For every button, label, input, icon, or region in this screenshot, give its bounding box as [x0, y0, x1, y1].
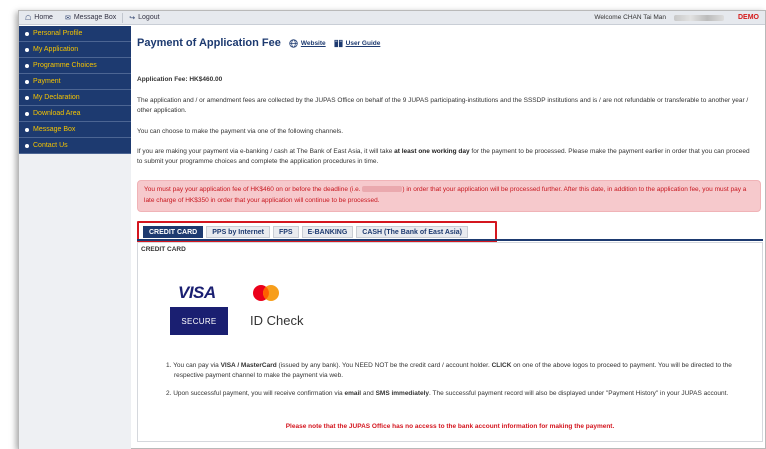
- sidebar-item-label: My Application: [33, 46, 79, 53]
- website-link[interactable]: Website: [289, 38, 326, 48]
- visa-secure-logo[interactable]: VISA SECURE: [170, 279, 228, 335]
- id-check-label: ID Check: [250, 313, 304, 328]
- item1-bold-2: CLICK: [491, 362, 512, 369]
- tab-fps[interactable]: FPS: [272, 226, 299, 238]
- tab-pps-by-internet[interactable]: PPS by Internet: [206, 226, 270, 238]
- home-link[interactable]: ☖ Home: [19, 11, 59, 25]
- page-title: Payment of Application Fee: [137, 37, 281, 49]
- top-bar: ☖ Home ✉ Message Box ↪ Logout Welcome CH…: [19, 11, 765, 25]
- sidebar-item-label: My Declaration: [33, 94, 80, 101]
- main-content: Payment of Application Fee Website User …: [135, 26, 763, 449]
- logout-icon: ↪: [129, 14, 136, 22]
- message-box-label: Message Box: [73, 14, 117, 21]
- bullet-icon: [25, 143, 29, 148]
- mastercard-id-check-logo[interactable]: ID Check: [250, 283, 330, 335]
- home-icon: ☖: [25, 14, 32, 22]
- fee-description: The application and / or amendment fees …: [137, 97, 749, 114]
- item1-text-2: (issued by any bank). You NEED NOT be th…: [276, 362, 492, 369]
- bullet-icon: [25, 95, 29, 100]
- user-guide-label: User Guide: [345, 39, 381, 47]
- sidebar-item-label: Message Box: [33, 126, 76, 133]
- title-row: Payment of Application Fee Website User …: [137, 37, 380, 49]
- list-item: 2. Upon successful payment, you will rec…: [166, 389, 752, 399]
- tab-e-banking[interactable]: E-BANKING: [301, 226, 354, 238]
- sidebar-item-contact-us[interactable]: Contact Us: [19, 138, 131, 154]
- visa-wordmark: VISA: [178, 283, 216, 302]
- sidebar-item-message-box[interactable]: Message Box: [19, 122, 131, 138]
- visa-secure-badge: SECURE: [170, 307, 228, 335]
- sidebar-item-programme-choices[interactable]: Programme Choices: [19, 58, 131, 74]
- item2-bold-2: SMS immediately: [375, 390, 430, 397]
- user-guide-link[interactable]: User Guide: [334, 39, 381, 48]
- item2-text-1: 2. Upon successful payment, you will rec…: [166, 390, 345, 397]
- sidebar: Personal Profile My Application Programm…: [19, 26, 131, 449]
- processing-note: If you are making your payment via e-ban…: [137, 147, 753, 167]
- sidebar-item-download-area[interactable]: Download Area: [19, 106, 131, 122]
- item2-text-2: and: [361, 390, 376, 397]
- processing-note-bold: at least one working day: [394, 148, 470, 155]
- credit-card-panel: CREDIT CARD VISA SECURE ID Check 1. You …: [137, 242, 763, 442]
- panel-heading: CREDIT CARD: [141, 246, 186, 253]
- instructions-list: 1. You can pay via VISA / MasterCard (is…: [166, 361, 752, 407]
- app-window: ☖ Home ✉ Message Box ↪ Logout Welcome CH…: [18, 10, 766, 449]
- channels-intro: You can choose to make the payment via o…: [137, 128, 344, 135]
- demo-badge: DEMO: [738, 14, 759, 21]
- sidebar-item-label: Personal Profile: [33, 30, 83, 37]
- tab-cash-bea[interactable]: CASH (The Bank of East Asia): [356, 226, 468, 238]
- tab-underline: [137, 239, 763, 241]
- processing-note-text-1: If you are making your payment via e-ban…: [137, 148, 395, 155]
- globe-icon: [289, 38, 298, 48]
- bullet-icon: [25, 111, 29, 116]
- home-label: Home: [34, 14, 53, 21]
- redacted-date: [362, 186, 403, 193]
- sidebar-item-payment[interactable]: Payment: [19, 74, 131, 90]
- item1-text-1: 1. You can pay via: [166, 362, 221, 369]
- logout-link[interactable]: ↪ Logout: [123, 11, 165, 25]
- item2-text-3: . The successful payment record will als…: [429, 390, 729, 397]
- alert-text-1: You must pay your application fee of HK$…: [144, 186, 363, 193]
- deadline-alert: You must pay your application fee of HK$…: [137, 180, 761, 212]
- bullet-icon: [25, 47, 29, 52]
- sidebar-item-personal-profile[interactable]: Personal Profile: [19, 26, 131, 42]
- sidebar-item-label: Payment: [33, 78, 61, 85]
- website-label: Website: [300, 39, 326, 47]
- sidebar-item-my-declaration[interactable]: My Declaration: [19, 90, 131, 106]
- application-fee: Application Fee: HK$460.00: [137, 76, 223, 83]
- user-area: Welcome CHAN Tai Man DEMO: [586, 11, 765, 25]
- message-box-link[interactable]: ✉ Message Box: [59, 11, 122, 25]
- sidebar-item-label: Programme Choices: [33, 62, 97, 69]
- bank-info-note: Please note that the JUPAS Office has no…: [285, 423, 615, 430]
- item1-bold-1: VISA / MasterCard: [220, 362, 277, 369]
- bullet-icon: [25, 79, 29, 84]
- welcome-text: Welcome CHAN Tai Man: [594, 14, 666, 21]
- sidebar-item-label: Download Area: [33, 110, 81, 117]
- book-icon: [334, 39, 343, 47]
- bullet-icon: [25, 127, 29, 132]
- logout-label: Logout: [138, 14, 160, 21]
- redacted-info: [674, 14, 724, 21]
- bullet-icon: [25, 63, 29, 68]
- item2-bold-1: email: [344, 390, 362, 397]
- list-item: 1. You can pay via VISA / MasterCard (is…: [166, 361, 752, 381]
- bullet-icon: [25, 31, 29, 36]
- envelope-icon: ✉: [64, 14, 71, 22]
- mastercard-icon: [253, 285, 279, 301]
- sidebar-item-my-application[interactable]: My Application: [19, 42, 131, 58]
- sidebar-item-label: Contact Us: [33, 142, 68, 149]
- tab-credit-card[interactable]: CREDIT CARD: [143, 226, 204, 238]
